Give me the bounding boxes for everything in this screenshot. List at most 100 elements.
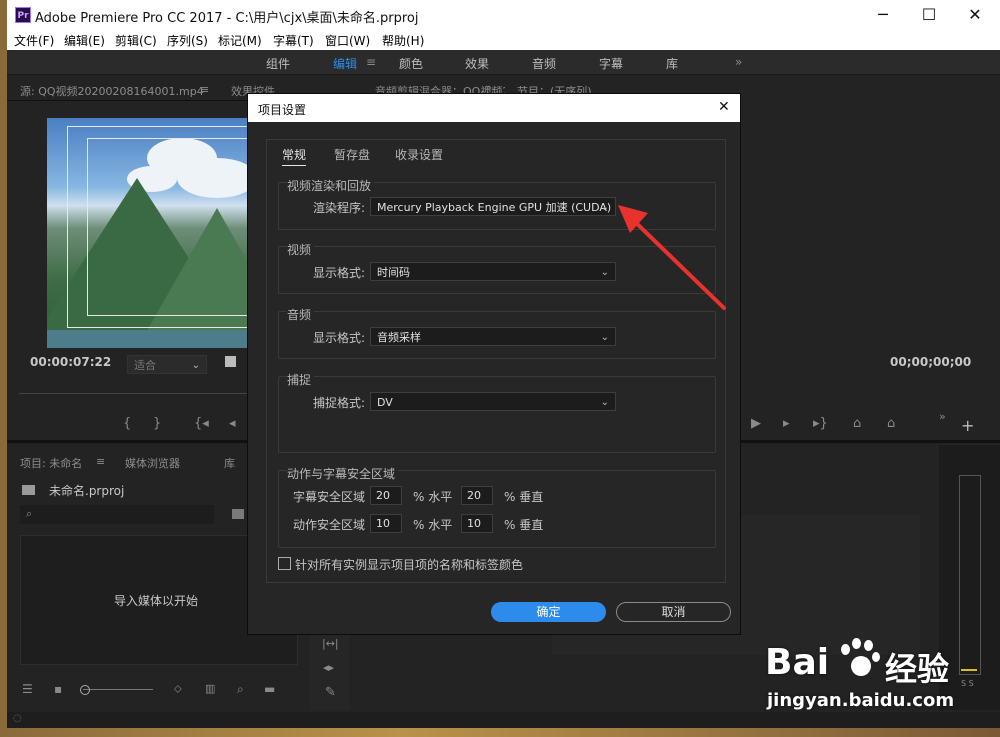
chevron-down-icon: ⌄ xyxy=(600,332,609,343)
go-to-in-icon[interactable]: {◂ xyxy=(194,416,209,431)
tab-general[interactable]: 常规 xyxy=(282,146,307,166)
source-timecode[interactable]: 00:00:07:22 xyxy=(30,355,111,369)
action-safe-v-unit: % 垂直 xyxy=(504,518,544,532)
window-title: Adobe Premiere Pro CC 2017 - C:\用户\cjx\桌… xyxy=(35,11,419,26)
workspace-audio[interactable]: 音频 xyxy=(532,55,556,72)
menu-sequence[interactable]: 序列(S) xyxy=(167,32,208,49)
title-safe-label: 字幕安全区域 xyxy=(293,490,366,504)
workspace-libraries[interactable]: 库 xyxy=(666,55,678,72)
show-labels-checkbox-label: 针对所有实例显示项目项的名称和标签颜色 xyxy=(295,558,524,572)
workspace-titles[interactable]: 字幕 xyxy=(599,55,623,72)
lift-icon[interactable]: ⌂ xyxy=(853,416,861,431)
menu-title[interactable]: 字幕(T) xyxy=(273,32,314,49)
safe-margins-group-label: 动作与字幕安全区域 xyxy=(287,465,399,482)
action-safe-horizontal-input[interactable]: 10 xyxy=(370,514,402,533)
slide-tool-icon[interactable]: ◂▸ xyxy=(323,661,334,674)
video-display-format-label: 显示格式: xyxy=(313,266,366,280)
source-time-ruler[interactable] xyxy=(19,381,259,394)
tab-ingest-settings[interactable]: 收录设置 xyxy=(395,146,443,163)
title-safe-v-unit: % 垂直 xyxy=(504,490,544,504)
list-view-icon[interactable]: ☰ xyxy=(22,682,33,696)
renderer-label: 渲染程序: xyxy=(313,201,366,215)
tab-source[interactable]: 源: QQ视频20200208164001.mp4 xyxy=(20,83,204,99)
automate-icon[interactable]: ▥ xyxy=(205,682,215,695)
search-icon: ⌕ xyxy=(26,507,33,520)
cancel-button[interactable]: 取消 xyxy=(616,602,731,622)
source-fit-dropdown[interactable]: 适合 ⌄ xyxy=(127,355,207,374)
render-group-label: 视频渲染和回放 xyxy=(287,177,375,194)
premiere-logo-icon: Pr xyxy=(15,7,31,23)
menu-window[interactable]: 窗口(W) xyxy=(325,32,370,49)
extract-icon[interactable]: ⌂ xyxy=(887,416,895,431)
workspace-color[interactable]: 颜色 xyxy=(399,55,423,72)
dialog-close-button[interactable]: ✕ xyxy=(718,99,730,115)
new-bin-icon[interactable] xyxy=(232,509,244,519)
capture-group-label: 捕捉 xyxy=(287,371,315,388)
project-search-input[interactable]: ⌕ xyxy=(20,505,214,524)
project-settings-dialog: 项目设置 ✕ 常规 暂存盘 收录设置 视频渲染和回放 渲染程序: Mercury… xyxy=(247,93,741,635)
tab-library[interactable]: 库 xyxy=(224,455,235,471)
mark-in-icon[interactable]: { xyxy=(123,416,131,431)
capture-group xyxy=(278,376,716,453)
play-icon[interactable]: ▶ xyxy=(751,416,761,431)
watermark-brand: Bai xyxy=(765,642,830,683)
watermark-url: jingyan.baidu.com xyxy=(767,690,955,711)
ok-button[interactable]: 确定 xyxy=(491,602,606,622)
title-safe-horizontal-input[interactable]: 20 xyxy=(370,486,402,505)
action-safe-label: 动作安全区域 xyxy=(293,518,366,532)
title-safe-vertical-input[interactable]: 20 xyxy=(461,486,493,505)
menu-help[interactable]: 帮助(H) xyxy=(382,32,424,49)
pen-tool-icon[interactable]: ✎ xyxy=(325,685,336,700)
menu-file[interactable]: 文件(F) xyxy=(14,32,54,49)
baidu-watermark: Bai 经验 jingyan.baidu.com xyxy=(765,630,995,720)
audio-display-format-dropdown[interactable]: 音频采样 ⌄ xyxy=(370,327,616,346)
audio-display-format-label: 显示格式: xyxy=(313,331,366,345)
menu-clip[interactable]: 剪辑(C) xyxy=(115,32,157,49)
step-back-icon[interactable]: ◂ xyxy=(229,416,236,431)
maximize-button[interactable]: ☐ xyxy=(906,0,952,30)
workspace-menu-icon[interactable]: ≡ xyxy=(366,55,376,69)
workspace-assembly[interactable]: 组件 xyxy=(266,55,290,72)
status-icon: ◌ xyxy=(13,713,22,724)
workspace-effects[interactable]: 效果 xyxy=(465,55,489,72)
renderer-dropdown[interactable]: Mercury Playback Engine GPU 加速 (CUDA) ⌄ xyxy=(370,197,616,216)
source-tab-menu-icon[interactable]: ≡ xyxy=(200,83,209,96)
folder-icon xyxy=(22,485,35,495)
new-bin-bottom-icon[interactable]: ▬ xyxy=(264,682,275,696)
audio-group-label: 音频 xyxy=(287,306,315,323)
program-timecode[interactable]: 00;00;00;00 xyxy=(890,355,971,369)
menu-edit[interactable]: 编辑(E) xyxy=(64,32,105,49)
menu-bar: 文件(F) 编辑(E) 剪辑(C) 序列(S) 标记(M) 字幕(T) 窗口(W… xyxy=(7,30,1000,50)
close-window-button[interactable]: ✕ xyxy=(952,0,998,30)
workspace-editing[interactable]: 编辑 xyxy=(333,55,357,72)
add-button-icon[interactable]: + xyxy=(961,416,974,435)
menu-marker[interactable]: 标记(M) xyxy=(218,32,262,49)
show-labels-checkbox[interactable] xyxy=(278,557,291,570)
go-to-out-icon[interactable]: ▸} xyxy=(813,416,828,431)
tab-media-browser[interactable]: 媒体浏览器 xyxy=(125,455,180,471)
export-frame-icon[interactable] xyxy=(225,356,236,367)
program-overflow-icon[interactable]: » xyxy=(939,410,946,423)
project-file-name: 未命名.prproj xyxy=(49,484,125,498)
workspace-bar: 组件 编辑 ≡ 颜色 效果 音频 字幕 库 » xyxy=(7,50,1000,75)
video-display-format-dropdown[interactable]: 时间码 ⌄ xyxy=(370,262,616,281)
slip-tool-icon[interactable]: |↔| xyxy=(322,637,339,650)
action-safe-vertical-input[interactable]: 10 xyxy=(461,514,493,533)
icon-view-icon[interactable]: ▪ xyxy=(54,682,62,696)
project-tab-menu-icon[interactable]: ≡ xyxy=(96,455,105,468)
minimize-button[interactable]: ─ xyxy=(860,0,906,30)
mark-out-icon[interactable]: } xyxy=(153,416,161,431)
tab-scratch-disks[interactable]: 暂存盘 xyxy=(334,146,370,163)
step-forward-icon[interactable]: ▸ xyxy=(783,416,790,431)
workspace-overflow-icon[interactable]: » xyxy=(735,55,742,69)
zoom-slider-thumb[interactable] xyxy=(80,685,90,695)
title-bar: Pr Adobe Premiere Pro CC 2017 - C:\用户\cj… xyxy=(7,0,1000,30)
video-group-label: 视频 xyxy=(287,241,315,258)
capture-format-dropdown[interactable]: DV ⌄ xyxy=(370,392,616,411)
capture-format-label: 捕捉格式: xyxy=(313,396,366,410)
tab-project[interactable]: 项目: 未命名 xyxy=(20,455,82,471)
sort-icon[interactable]: ⬦ xyxy=(174,682,182,696)
find-icon[interactable]: ⌕ xyxy=(237,682,244,697)
action-safe-h-unit: % 水平 xyxy=(413,518,453,532)
zoom-slider[interactable] xyxy=(83,689,153,690)
